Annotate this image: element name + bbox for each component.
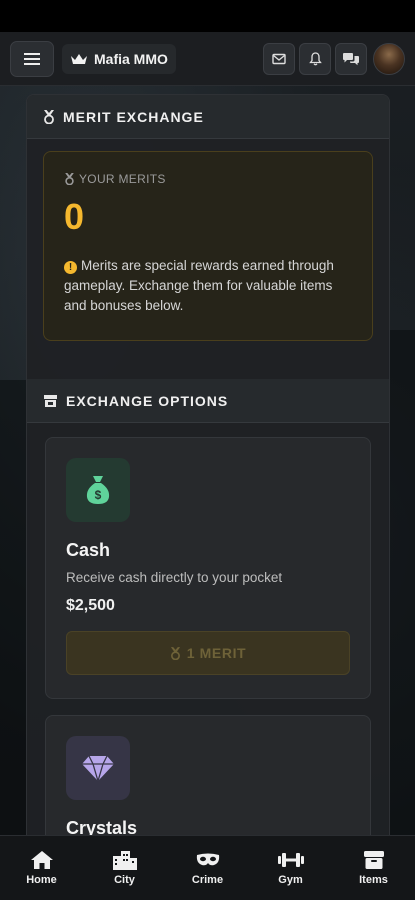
chat-icon <box>343 52 359 65</box>
section-title: MERIT EXCHANGE <box>63 108 204 125</box>
medal-icon <box>65 173 74 185</box>
option-title: Cash <box>66 540 111 560</box>
medal-icon <box>44 109 54 124</box>
money-bag-icon: $ <box>66 458 130 522</box>
exchange-options-header: EXCHANGE OPTIONS <box>27 379 389 423</box>
merit-exchange-panel: MERIT EXCHANGE YOUR MERITS 0 ! Merits are… <box>26 94 390 854</box>
medal-icon <box>170 646 180 660</box>
your-merits-label: YOUR MERITS <box>64 172 352 186</box>
exchange-button[interactable]: 1 MERIT <box>66 631 350 675</box>
mail-icon <box>272 53 286 64</box>
store-icon <box>44 394 57 407</box>
brand-name: Mafia MMO <box>94 50 168 67</box>
nav-item-crime[interactable]: Crime <box>166 836 249 900</box>
merit-exchange-header: MERIT EXCHANGE <box>27 95 389 139</box>
chat-button[interactable] <box>335 42 367 75</box>
status-bar <box>0 0 415 32</box>
avatar[interactable] <box>373 42 405 75</box>
bell-icon <box>308 51 322 65</box>
dumbbell-icon <box>277 853 304 867</box>
city-icon <box>112 851 137 870</box>
mask-icon <box>196 853 219 866</box>
brand-logo[interactable]: Mafia MMO <box>62 43 176 74</box>
merits-value: 0 <box>64 196 85 237</box>
crown-icon <box>71 53 87 64</box>
your-merits-card: YOUR MERITS 0 ! Merits are special reward… <box>43 151 373 341</box>
section-title: EXCHANGE OPTIONS <box>66 392 229 409</box>
box-icon <box>363 851 384 869</box>
merits-info: ! Merits are special rewards earned throu… <box>64 258 334 313</box>
exchange-option-cash: $ Cash Receive cash directly to your poc… <box>45 437 371 699</box>
option-description: Receive cash directly to your pocket <box>66 570 283 585</box>
info-icon: ! <box>64 261 77 274</box>
menu-button[interactable] <box>10 40 54 77</box>
notifications-button[interactable] <box>299 42 331 75</box>
gem-icon <box>66 736 130 800</box>
option-price: $2,500 <box>66 597 115 614</box>
home-icon <box>30 851 53 869</box>
bottom-nav: Home City Crime Gym Items <box>0 835 415 900</box>
mail-button[interactable] <box>263 42 295 75</box>
exchange-option-crystals: Crystals <box>45 715 371 853</box>
svg-text:$: $ <box>95 488 102 502</box>
nav-item-home[interactable]: Home <box>0 836 83 900</box>
menu-icon <box>24 52 40 65</box>
nav-item-gym[interactable]: Gym <box>249 836 332 900</box>
nav-item-items[interactable]: Items <box>332 836 415 900</box>
nav-item-city[interactable]: City <box>83 836 166 900</box>
top-bar: Mafia MMO <box>0 32 415 86</box>
